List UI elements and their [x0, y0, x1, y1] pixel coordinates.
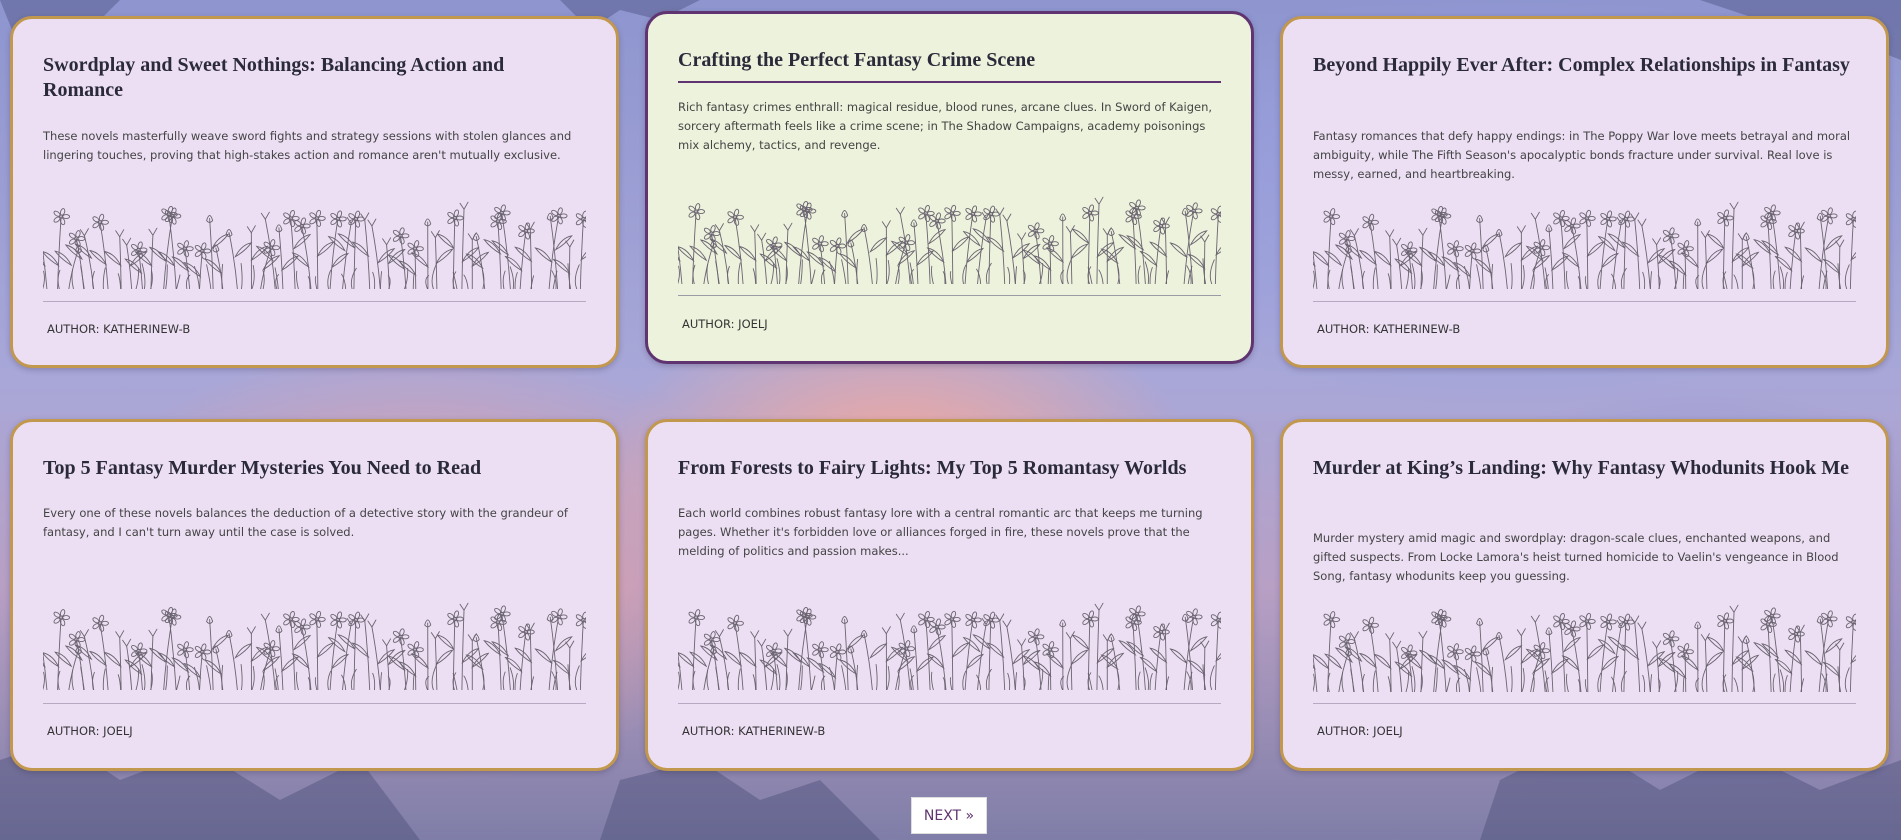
- post-excerpt: Murder mystery amid magic and swordplay:…: [1313, 531, 1839, 583]
- post-card-active[interactable]: Crafting the Perfect Fantasy Crime Scene…: [645, 11, 1254, 364]
- post-card[interactable]: From Forests to Fairy Lights: My Top 5 R…: [645, 419, 1254, 771]
- next-page-button[interactable]: NEXT »: [911, 797, 987, 834]
- title-underline: [678, 81, 1221, 83]
- post-card[interactable]: Beyond Happily Ever After: Complex Relat…: [1280, 16, 1889, 368]
- post-author: AUTHOR: KATHERINEW-B: [1317, 322, 1461, 336]
- post-author: AUTHOR: KATHERINEW-B: [47, 322, 191, 336]
- divider: [678, 703, 1221, 704]
- post-author: AUTHOR: JOELJ: [682, 317, 768, 331]
- wildflower-illustration: [678, 196, 1221, 284]
- wildflower-illustration: [678, 602, 1221, 690]
- divider: [1313, 301, 1856, 302]
- post-excerpt: These novels masterfully weave sword fig…: [43, 129, 572, 162]
- post-card[interactable]: Swordplay and Sweet Nothings: Balancing …: [10, 16, 619, 368]
- wildflower-illustration: [43, 602, 586, 690]
- post-author: AUTHOR: JOELJ: [1317, 724, 1403, 738]
- post-title[interactable]: Murder at King’s Landing: Why Fantasy Wh…: [1313, 456, 1856, 481]
- post-card[interactable]: Murder at King’s Landing: Why Fantasy Wh…: [1280, 419, 1889, 771]
- post-author: AUTHOR: KATHERINEW-B: [682, 724, 826, 738]
- wildflower-illustration: [1313, 201, 1856, 289]
- wildflower-illustration: [1313, 604, 1856, 692]
- post-title[interactable]: Crafting the Perfect Fantasy Crime Scene: [678, 48, 1221, 73]
- post-title[interactable]: Top 5 Fantasy Murder Mysteries You Need …: [43, 456, 586, 481]
- post-excerpt: Each world combines robust fantasy lore …: [678, 506, 1203, 558]
- post-card[interactable]: Top 5 Fantasy Murder Mysteries You Need …: [10, 419, 619, 771]
- wildflower-illustration: [43, 201, 586, 289]
- post-excerpt: Rich fantasy crimes enthrall: magical re…: [678, 100, 1213, 152]
- divider: [1313, 703, 1856, 704]
- post-author: AUTHOR: JOELJ: [47, 724, 133, 738]
- divider: [43, 703, 586, 704]
- post-excerpt: Every one of these novels balances the d…: [43, 506, 568, 539]
- divider: [678, 295, 1221, 296]
- post-excerpt: Fantasy romances that defy happy endings…: [1313, 129, 1851, 181]
- post-title[interactable]: From Forests to Fairy Lights: My Top 5 R…: [678, 456, 1221, 481]
- post-title[interactable]: Beyond Happily Ever After: Complex Relat…: [1313, 53, 1856, 78]
- divider: [43, 301, 586, 302]
- post-title[interactable]: Swordplay and Sweet Nothings: Balancing …: [43, 53, 586, 103]
